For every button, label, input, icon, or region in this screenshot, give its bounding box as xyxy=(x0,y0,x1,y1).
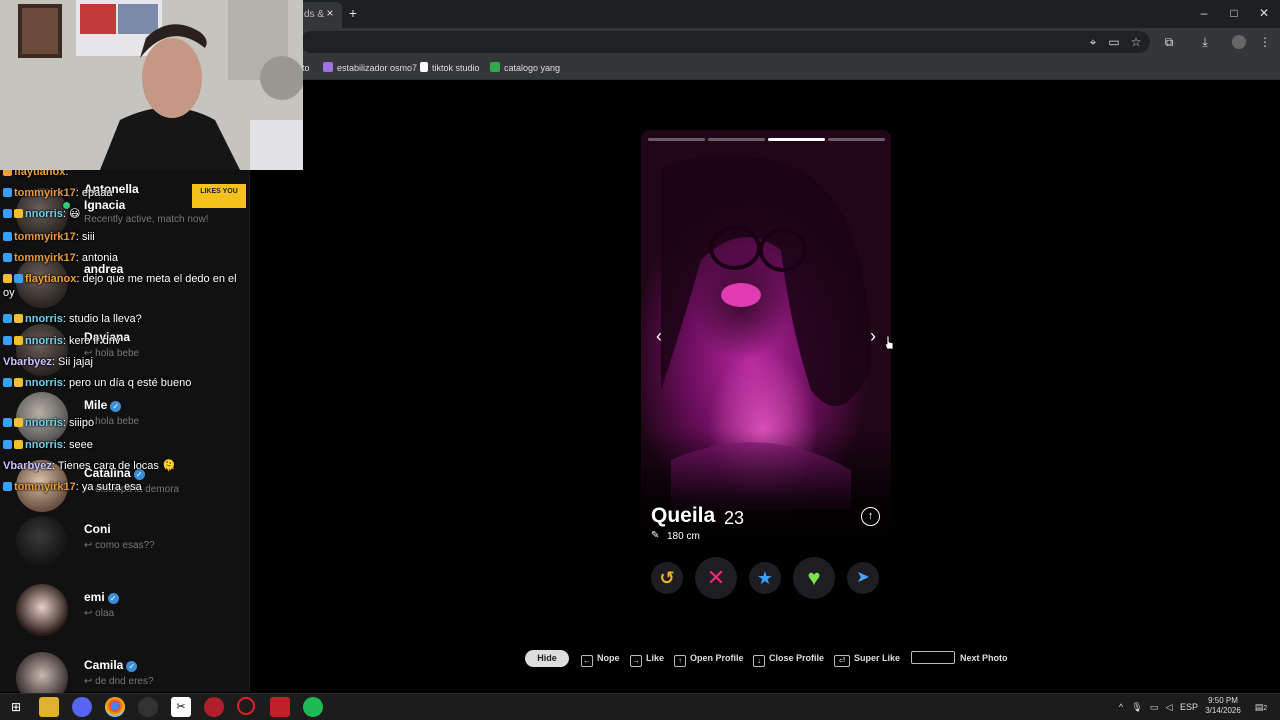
photo-indicator-active[interactable] xyxy=(768,138,825,141)
avatar xyxy=(16,584,68,636)
right-key-icon: → xyxy=(630,655,642,667)
tab-title: ds & xyxy=(304,9,325,20)
chat-line: nnorris: studio la lleva? xyxy=(3,312,243,326)
profile-avatar[interactable] xyxy=(1232,35,1246,49)
chat-line: tommyirk17: epaaa xyxy=(3,186,243,200)
match-message: ↩ como esas?? xyxy=(84,540,155,551)
bookmark-item[interactable]: estabilizador osmo7 xyxy=(323,60,417,76)
app-icon[interactable] xyxy=(204,697,224,717)
shortcut-like: → Like xyxy=(630,653,665,667)
extensions-icon[interactable]: ⧉ xyxy=(1160,33,1178,51)
webcam-image xyxy=(0,0,303,170)
nope-button[interactable]: ✕ xyxy=(695,557,737,599)
match-name: emi ✓ xyxy=(84,590,119,604)
bookmark-item[interactable]: tiktok studio xyxy=(420,60,480,76)
clock[interactable]: 9:50 PM 3/14/2026 xyxy=(1200,696,1246,716)
chat-line: nnorris: pero un día q esté bueno xyxy=(3,376,243,390)
previous-photo-icon[interactable]: ‹ xyxy=(649,326,669,350)
opera-icon[interactable] xyxy=(237,697,255,715)
chat-line: nnorris: 😃 xyxy=(3,207,243,221)
chat-line: nnorris: siiipo xyxy=(3,416,243,430)
clock-date: 3/14/2026 xyxy=(1205,706,1241,715)
microphone-icon[interactable]: 🎙 xyxy=(1131,699,1143,715)
rewind-button[interactable]: ↺ xyxy=(651,562,683,594)
photo-indicator[interactable] xyxy=(708,138,765,141)
profile-card[interactable]: ‹ › Queila 23 ✎ 180 cm ↑ xyxy=(641,130,891,592)
avatar xyxy=(16,516,68,568)
verified-icon: ✓ xyxy=(126,661,138,672)
file-explorer-icon[interactable] xyxy=(39,697,59,717)
cast-icon[interactable]: ▭ xyxy=(1105,33,1123,51)
mouse-cursor-icon xyxy=(884,336,894,350)
shortcut-next-photo: Next Photo xyxy=(960,653,1008,663)
chat-line: tommyirk17: ya sutra esa xyxy=(3,480,243,494)
chat-line: Vbarbyez: Tienes cara de locas 🫠 xyxy=(3,460,176,472)
next-photo-icon[interactable]: › xyxy=(863,326,883,350)
chat-line: Vbarbyez: Sii jajaj xyxy=(3,356,93,368)
space-key-icon xyxy=(911,651,955,664)
discord-icon[interactable] xyxy=(72,697,92,717)
photo-indicator[interactable] xyxy=(828,138,885,141)
address-bar[interactable] xyxy=(300,31,1150,53)
chat-line: nnorris: seee xyxy=(3,438,243,452)
match-item[interactable]: Coni ↩ como esas?? xyxy=(0,510,250,574)
notifications-icon[interactable]: ▤2 xyxy=(1252,699,1270,715)
hide-shortcuts-button[interactable]: Hide xyxy=(525,650,569,667)
left-key-icon: ← xyxy=(581,655,593,667)
restore-icon[interactable]: □ xyxy=(1223,4,1245,22)
down-key-icon: ↓ xyxy=(753,655,765,667)
match-name: Camila ✓ xyxy=(84,658,138,672)
minimize-icon[interactable]: – xyxy=(1193,4,1215,22)
new-tab-icon[interactable]: + xyxy=(346,5,360,21)
up-key-icon: ↑ xyxy=(674,655,686,667)
start-icon[interactable]: ⊞ xyxy=(6,697,26,717)
open-profile-button[interactable]: ↑ xyxy=(861,507,880,526)
bookmark-star-icon[interactable]: ☆ xyxy=(1127,33,1145,51)
chat-line: tommyirk17: antonia xyxy=(3,251,243,265)
enter-key-icon: ⏎ xyxy=(834,655,850,667)
boost-button[interactable]: ➤ xyxy=(847,562,879,594)
ruler-icon: ✎ xyxy=(651,530,660,541)
verified-icon: ✓ xyxy=(107,593,119,604)
volume-icon[interactable]: ◁ xyxy=(1163,699,1175,715)
language-indicator[interactable]: ESP xyxy=(1179,699,1199,715)
match-name: Coni xyxy=(84,522,111,536)
profile-height: 180 cm xyxy=(667,531,700,542)
close-tab-icon[interactable]: × xyxy=(323,5,337,21)
chat-line: tommyirk17: siii xyxy=(3,230,243,244)
voicemeeter-icon[interactable] xyxy=(270,697,290,717)
close-window-icon[interactable]: ✕ xyxy=(1253,4,1275,22)
chat-line: nnorris: kero ir dnv xyxy=(3,334,243,348)
super-like-button[interactable]: ★ xyxy=(749,562,781,594)
tray-overflow-icon[interactable]: ^ xyxy=(1115,699,1127,715)
shortcut-open-profile: ↑ Open Profile xyxy=(674,651,744,667)
location-icon[interactable]: ⌖ xyxy=(1084,33,1102,51)
taskbar xyxy=(0,693,1280,720)
menu-icon[interactable]: ⋮ xyxy=(1256,33,1274,51)
webcam-overlay xyxy=(0,0,303,170)
stream-chat: flaytianox: tommyirk17: epaaa nnorris: 😃… xyxy=(0,163,250,503)
chrome-icon[interactable] xyxy=(105,697,125,717)
bookmark-item[interactable]: catalogo yang xyxy=(490,60,560,76)
match-message: ↩ de dnd eres? xyxy=(84,676,154,687)
obs-icon[interactable] xyxy=(138,697,158,717)
spotify-icon[interactable] xyxy=(303,697,323,717)
shortcut-super-like: ⏎ Super Like xyxy=(834,651,900,667)
match-message: ↩ olaa xyxy=(84,608,115,619)
profile-age: 23 xyxy=(724,508,745,528)
photo-indicator[interactable] xyxy=(648,138,705,141)
profile-name: Queila xyxy=(651,504,716,527)
downloads-icon[interactable]: ⤓ xyxy=(1196,33,1214,51)
shortcut-nope: ← Nope xyxy=(581,653,620,667)
network-icon[interactable]: ▭ xyxy=(1147,699,1161,715)
bookmark-item[interactable]: to xyxy=(302,60,310,76)
shortcut-close-profile: ↓ Close Profile xyxy=(753,651,824,667)
capcut-icon[interactable]: ✂ xyxy=(171,697,191,717)
chat-line: flaytianox: dejo que me meta el dedo en … xyxy=(3,273,237,299)
match-item[interactable]: emi ✓ ↩ olaa xyxy=(0,578,250,642)
clock-time: 9:50 PM xyxy=(1208,696,1238,705)
like-button[interactable]: ♥ xyxy=(793,557,835,599)
